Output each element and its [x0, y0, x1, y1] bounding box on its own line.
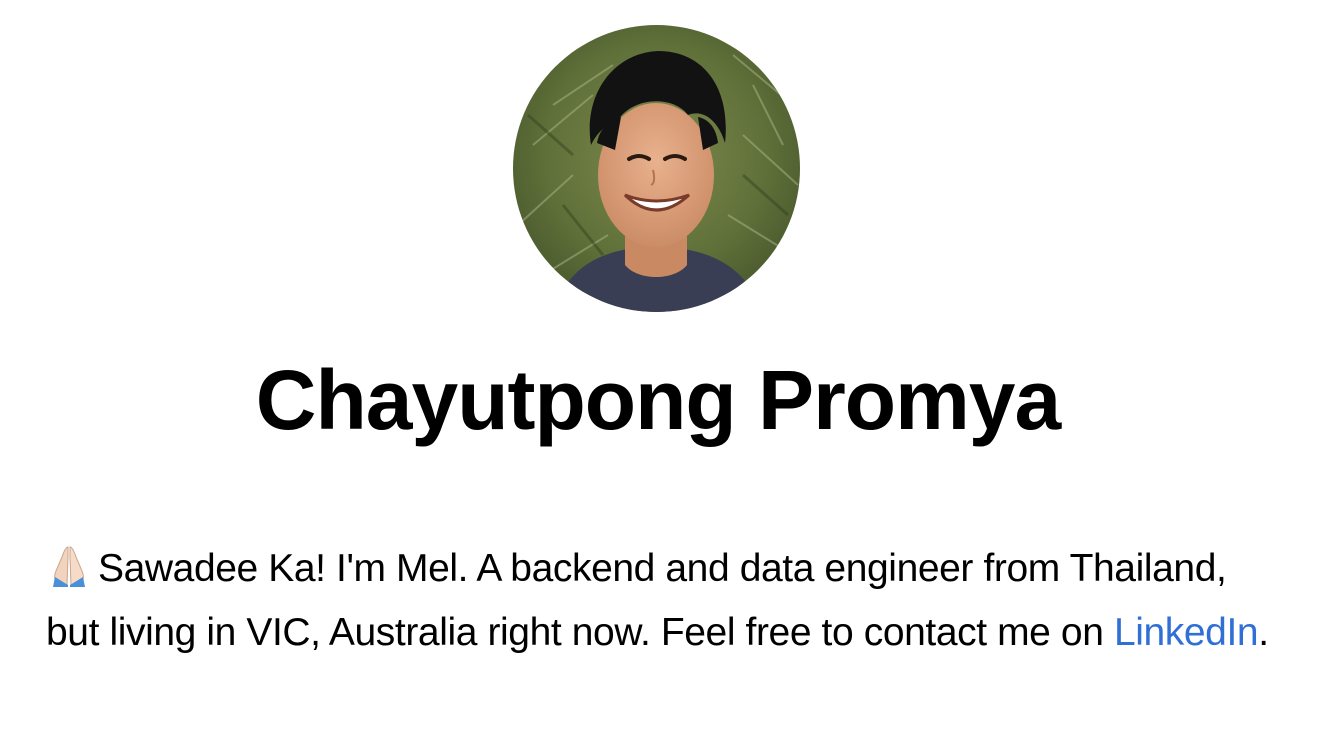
profile-photo-icon: [513, 25, 800, 312]
profile-page: Chayutpong Promya Sawadee Ka! I'm Mel. A…: [0, 0, 1326, 746]
linkedin-link[interactable]: LinkedIn: [1114, 611, 1259, 654]
bio-text: Sawadee Ka! I'm Mel. A backend and data …: [46, 547, 1227, 654]
folded-hands-icon: [46, 543, 92, 587]
bio-paragraph: Sawadee Ka! I'm Mel. A backend and data …: [46, 537, 1286, 665]
bio-text-end: .: [1258, 611, 1269, 654]
profile-avatar: [513, 25, 800, 312]
page-title: Chayutpong Promya: [255, 353, 1061, 447]
